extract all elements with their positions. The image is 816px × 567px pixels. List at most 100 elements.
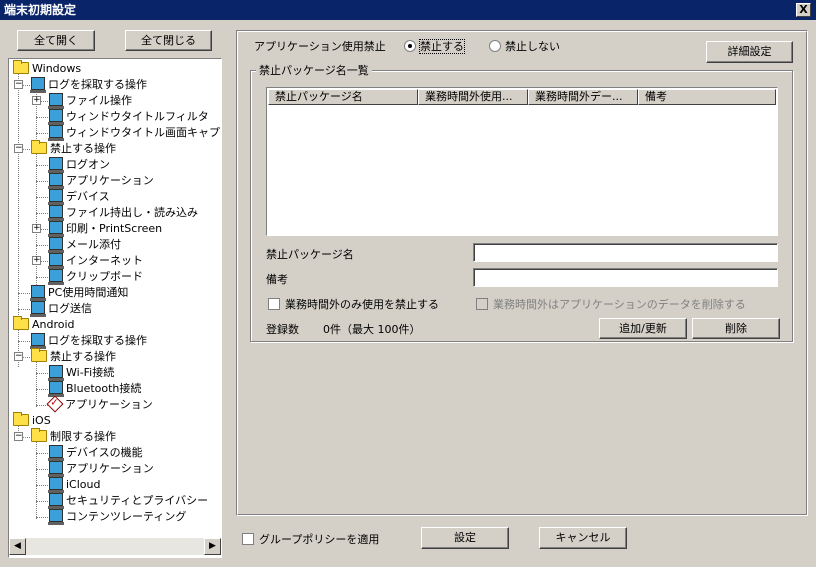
tree-node[interactable]: 禁止する操作 <box>31 140 116 157</box>
pc-icon <box>48 221 64 237</box>
collapse-icon[interactable]: − <box>14 144 23 153</box>
tree-node[interactable]: デバイスの機能 <box>48 445 143 461</box>
tree-node[interactable]: ウィンドウタイトルフィルタ <box>48 109 209 125</box>
tree-node[interactable]: Wi-Fi接続 <box>48 365 115 381</box>
radio-unselected-icon <box>489 40 501 52</box>
tree-horizontal-scrollbar[interactable]: ◀ ▶ <box>9 538 221 555</box>
pc-icon <box>48 381 64 397</box>
tree-node[interactable]: セキュリティとプライバシー <box>48 493 208 509</box>
tree-node[interactable]: アプリケーション <box>46 395 153 413</box>
add-update-button[interactable]: 追加/更新 <box>599 318 687 339</box>
tree-guide-line <box>36 389 48 390</box>
pc-icon <box>48 237 64 253</box>
pc-icon <box>48 269 64 285</box>
pc-icon <box>48 445 64 461</box>
tree-node[interactable]: iCloud <box>48 477 101 493</box>
pc-icon <box>48 509 64 525</box>
expand-icon[interactable]: + <box>32 256 41 265</box>
collapse-icon[interactable]: − <box>14 432 23 441</box>
tree-node[interactable]: Windows <box>13 60 81 77</box>
tree-node-label: ファイル操作 <box>66 94 132 107</box>
tree-node[interactable]: インターネット <box>48 253 143 269</box>
tree-guide-line <box>36 453 48 454</box>
pc-icon <box>48 461 64 477</box>
tree-node[interactable]: Android <box>13 316 75 333</box>
tree-node[interactable]: ウィンドウタイトル画面キャプチ <box>48 125 221 141</box>
count-value: 0件（最大 100件） <box>323 323 421 336</box>
tree-node[interactable]: コンテンツレーティング <box>48 509 187 525</box>
scroll-left-button[interactable]: ◀ <box>9 538 26 555</box>
column-header-note[interactable]: 備考 <box>638 89 776 105</box>
collapse-icon[interactable]: − <box>14 352 23 361</box>
radio-ban-on[interactable]: 禁止する <box>404 38 465 54</box>
tree-node-label: iCloud <box>66 478 101 491</box>
details-button[interactable]: 詳細設定 <box>706 41 793 63</box>
folder-icon <box>31 140 47 154</box>
tree-node[interactable]: iOS <box>13 412 51 429</box>
settings-window: 端末初期設定 X 全て開く 全て閉じる Windows − ログを採取する操作 + ファ… <box>0 0 816 567</box>
offhours-only-checkbox[interactable]: 業務時間外のみ使用を禁止する <box>268 296 439 312</box>
pc-icon <box>48 189 64 205</box>
tree-node[interactable]: アプリケーション <box>48 461 154 477</box>
checkbox-disabled-icon <box>476 298 488 310</box>
tree-node-label: Wi-Fi接続 <box>66 366 115 379</box>
column-header-package[interactable]: 禁止パッケージ名 <box>268 89 418 105</box>
note-input[interactable] <box>473 268 778 287</box>
tree-node[interactable]: 印刷・PrintScreen <box>48 221 162 237</box>
folder-icon <box>13 412 29 426</box>
pc-icon <box>30 333 46 349</box>
expand-icon[interactable]: + <box>32 96 41 105</box>
tree-node-label: クリップボード <box>66 270 143 283</box>
expand-icon[interactable]: + <box>32 224 41 233</box>
tree-guide-line <box>36 359 37 407</box>
tree-node[interactable]: ログを採取する操作 <box>30 333 147 349</box>
group-policy-label: グループポリシーを適用 <box>259 533 380 546</box>
scroll-left-icon: ◀ <box>14 541 21 551</box>
tree-node-label: ログを採取する操作 <box>48 334 147 347</box>
pc-icon <box>48 205 64 221</box>
collapse-all-label: 全て閉じる <box>141 34 196 47</box>
tree-node[interactable]: 禁止する操作 <box>31 348 116 365</box>
app-check-icon <box>46 395 64 413</box>
checkbox-icon <box>268 298 280 310</box>
pc-icon <box>48 365 64 381</box>
pc-icon <box>48 493 64 509</box>
tree-node-label: コンテンツレーティング <box>66 510 187 523</box>
tree-node[interactable]: Bluetooth接続 <box>48 381 142 397</box>
tree-node[interactable]: アプリケーション <box>48 173 154 189</box>
scroll-right-button[interactable]: ▶ <box>204 538 221 555</box>
tree-node-label: Bluetooth接続 <box>66 382 142 395</box>
column-header-offhours-use[interactable]: 業務時間外使用... <box>418 89 528 105</box>
tree-node[interactable]: メール添付 <box>48 237 121 253</box>
tree-node-label: デバイス <box>66 190 110 203</box>
expand-all-button[interactable]: 全て開く <box>17 30 95 51</box>
tree-node[interactable]: ファイル操作 <box>48 93 132 109</box>
delete-data-checkbox[interactable]: 業務時間外はアプリケーションのデータを削除する <box>476 296 746 312</box>
ok-button[interactable]: 設定 <box>421 527 509 549</box>
tree-node-label: PC使用時間通知 <box>48 286 129 299</box>
collapse-all-button[interactable]: 全て閉じる <box>125 30 212 51</box>
radio-ban-off[interactable]: 禁止しない <box>489 38 560 54</box>
tree-guide-line <box>18 327 19 367</box>
column-header-offhours-data[interactable]: 業務時間外デー... <box>528 89 638 105</box>
tree-node[interactable]: ログを採取する操作 <box>30 77 147 93</box>
tree-guide-line <box>36 245 48 246</box>
package-list[interactable]: 禁止パッケージ名 業務時間外使用... 業務時間外デー... 備考 <box>266 87 778 236</box>
tree-node[interactable]: ログ送信 <box>30 301 92 317</box>
settings-tree[interactable]: Windows − ログを採取する操作 + ファイル操作 ウィンドウタイトルフィルタ ウィン… <box>8 58 222 558</box>
tree-node[interactable]: 制限する操作 <box>31 428 116 445</box>
tree-node[interactable]: ファイル持出し・読み込み <box>48 205 198 221</box>
tree-guide-line <box>36 469 48 470</box>
cancel-button[interactable]: キャンセル <box>539 527 627 549</box>
tree-node[interactable]: クリップボード <box>48 269 143 285</box>
tree-node[interactable]: PC使用時間通知 <box>30 285 129 301</box>
package-name-input[interactable] <box>473 243 778 262</box>
tree-node[interactable]: デバイス <box>48 189 110 205</box>
delete-button[interactable]: 削除 <box>692 318 780 339</box>
close-button[interactable]: X <box>796 3 811 17</box>
group-policy-checkbox[interactable]: グループポリシーを適用 <box>242 531 379 547</box>
collapse-icon[interactable]: − <box>14 80 23 89</box>
tree-guide-line <box>36 151 37 287</box>
checkbox-icon <box>242 533 254 545</box>
tree-node[interactable]: ログオン <box>48 157 110 173</box>
